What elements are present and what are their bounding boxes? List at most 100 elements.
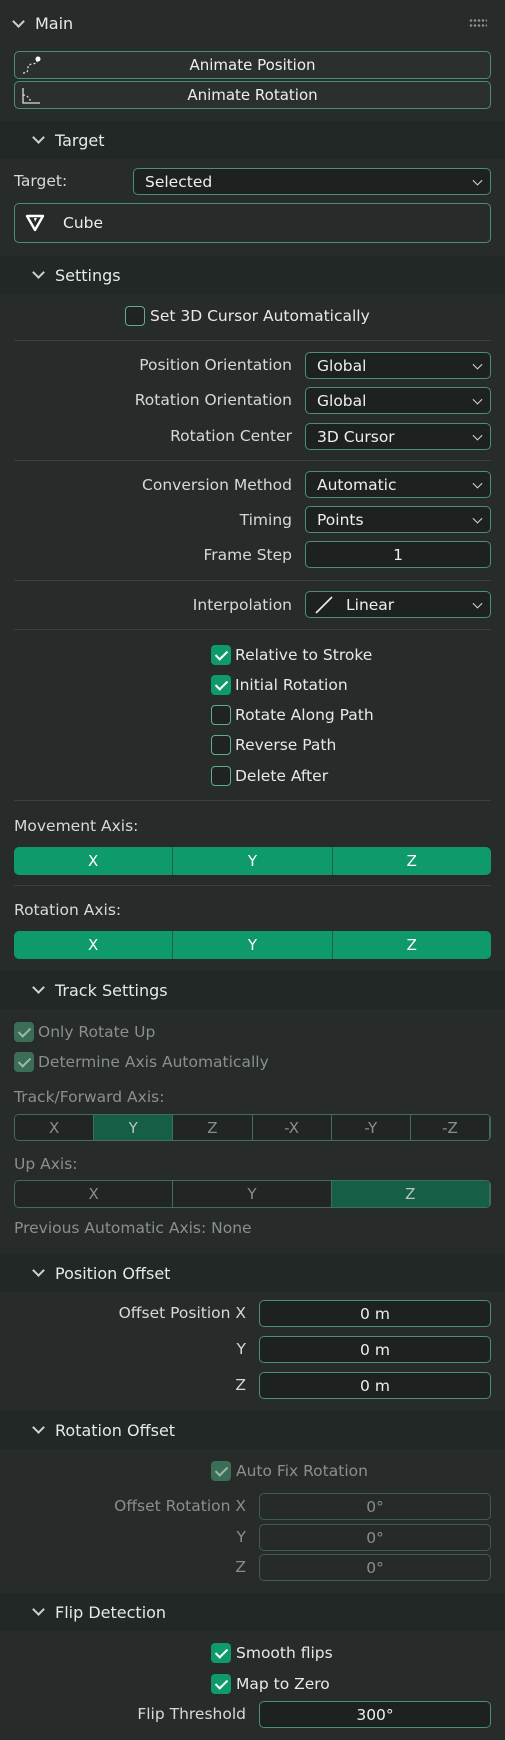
movement-axis-x[interactable]: X [14,847,174,875]
chevron-down-icon [32,1421,45,1434]
rotation-offset-section-header[interactable]: Rotation Offset [0,1411,505,1449]
offset-position-y-field[interactable]: 0 m [259,1336,491,1363]
forward-axis-z[interactable]: Z [173,1115,253,1140]
animate-position-button[interactable]: Animate Position [14,51,491,79]
rotation-axis-label: Rotation Axis: [14,901,122,919]
flip-threshold-label: Flip Threshold [137,1705,246,1723]
offset-position-z-value: 0 m [360,1376,390,1395]
chevron-down-icon [32,1264,45,1277]
offset-rotation-y-field[interactable]: 0° [259,1524,491,1551]
settings-section-title: Settings [55,265,121,285]
map-to-zero-checkbox[interactable] [211,1674,231,1694]
rotation-center-dropdown[interactable]: 3D Cursor [305,423,491,450]
offset-rotation-z-field[interactable]: 0° [259,1554,491,1581]
set-cursor-checkbox[interactable] [125,306,145,326]
conversion-method-dropdown[interactable]: Automatic [305,471,491,498]
initial-rotation-checkbox[interactable] [211,675,231,695]
rotation-axis-z[interactable]: Z [332,931,491,959]
up-axis-z[interactable]: Z [331,1181,490,1207]
conversion-method-label: Conversion Method [142,476,292,494]
previous-automatic-axis-text: Previous Automatic Axis: None [14,1219,252,1237]
rotation-axis-selector: X Y Z [14,931,491,959]
mesh-triangle-icon [25,214,45,232]
map-to-zero-label: Map to Zero [236,1675,330,1693]
rotation-center-value: 3D Cursor [317,427,395,446]
forward-axis-y[interactable]: Y [94,1115,174,1140]
up-axis-selector: X Y Z [14,1180,491,1208]
up-axis-x[interactable]: X [15,1181,174,1207]
chevron-down-icon [472,598,483,609]
up-axis-label: Up Axis: [14,1155,78,1173]
divider [14,629,491,630]
movement-axis-z[interactable]: Z [332,847,491,875]
reverse-path-checkbox[interactable] [211,735,231,755]
auto-fix-rotation-label: Auto Fix Rotation [236,1462,368,1480]
rotation-offset-section-title: Rotation Offset [55,1420,176,1440]
offset-rotation-x-value: 0° [366,1497,384,1516]
timing-value: Points [317,510,364,529]
target-dropdown[interactable]: Selected [133,168,491,195]
path-curve-icon [22,56,41,74]
rotation-center-label: Rotation Center [170,427,292,445]
frame-step-field[interactable]: 1 [305,541,491,568]
auto-fix-rotation-checkbox[interactable] [211,1461,231,1481]
position-orientation-dropdown[interactable]: Global [305,352,491,379]
rotate-along-path-checkbox[interactable] [211,705,231,725]
offset-position-y-value: 0 m [360,1340,390,1359]
target-label: Target: [14,172,68,190]
target-section-title: Target [55,130,105,150]
movement-axis-label: Movement Axis: [14,817,139,835]
delete-after-checkbox[interactable] [211,766,231,786]
offset-rotation-x-label: Offset Rotation X [114,1497,246,1515]
up-axis-y[interactable]: Y [173,1181,332,1207]
offset-position-z-field[interactable]: 0 m [259,1372,491,1399]
target-section-header[interactable]: Target [0,121,505,159]
forward-axis-neg-y[interactable]: -Y [331,1115,411,1140]
flip-detection-section-header[interactable]: Flip Detection [0,1593,505,1631]
rotate-along-path-label: Rotate Along Path [235,706,374,724]
offset-rotation-x-field[interactable]: 0° [259,1493,491,1520]
animate-rotation-button[interactable]: Animate Rotation [14,81,491,109]
rotation-orientation-dropdown[interactable]: Global [305,387,491,414]
position-offset-section-header[interactable]: Position Offset [0,1254,505,1292]
offset-rotation-y-value: 0° [366,1528,384,1547]
determine-axis-label: Determine Axis Automatically [38,1053,269,1071]
offset-position-x-field[interactable]: 0 m [259,1300,491,1327]
main-panel-header[interactable]: Main [0,0,505,47]
drag-grip-icon[interactable] [469,18,487,28]
delete-after-label: Delete After [235,767,329,785]
flip-threshold-value: 300° [356,1705,394,1724]
timing-dropdown[interactable]: Points [305,506,491,533]
relative-to-stroke-checkbox[interactable] [211,645,231,665]
angle-icon [22,88,40,104]
smooth-flips-checkbox[interactable] [211,1643,231,1663]
chevron-down-icon [32,266,45,279]
target-object-field[interactable]: Cube [14,203,491,243]
conversion-method-value: Automatic [317,475,397,494]
forward-axis-neg-x[interactable]: -X [252,1115,332,1140]
animate-rotation-label: Animate Rotation [187,86,318,104]
divider [14,580,491,581]
properties-panel: Main Animate Position Animate Rotation T… [0,0,505,1740]
smooth-flips-label: Smooth flips [236,1644,333,1662]
chevron-down-icon [32,1603,45,1616]
rotation-axis-x[interactable]: X [14,931,174,959]
chevron-down-icon [32,131,45,144]
settings-section-header[interactable]: Settings [0,256,505,294]
forward-axis-neg-z[interactable]: -Z [410,1115,490,1140]
frame-step-label: Frame Step [203,546,292,564]
track-settings-section-header[interactable]: Track Settings [0,971,505,1009]
frame-step-value: 1 [393,545,403,564]
determine-axis-checkbox[interactable] [14,1052,34,1072]
relative-to-stroke-label: Relative to Stroke [235,646,373,664]
only-rotate-up-checkbox[interactable] [14,1022,34,1042]
interpolation-value: Linear [346,595,395,614]
rotation-axis-y[interactable]: Y [173,931,333,959]
timing-label: Timing [239,511,292,529]
offset-position-x-label: Offset Position X [118,1304,246,1322]
interpolation-dropdown[interactable]: Linear [305,591,491,618]
movement-axis-y[interactable]: Y [173,847,333,875]
flip-threshold-field[interactable]: 300° [259,1701,491,1728]
forward-axis-x[interactable]: X [15,1115,95,1140]
rotation-orientation-value: Global [317,391,367,410]
